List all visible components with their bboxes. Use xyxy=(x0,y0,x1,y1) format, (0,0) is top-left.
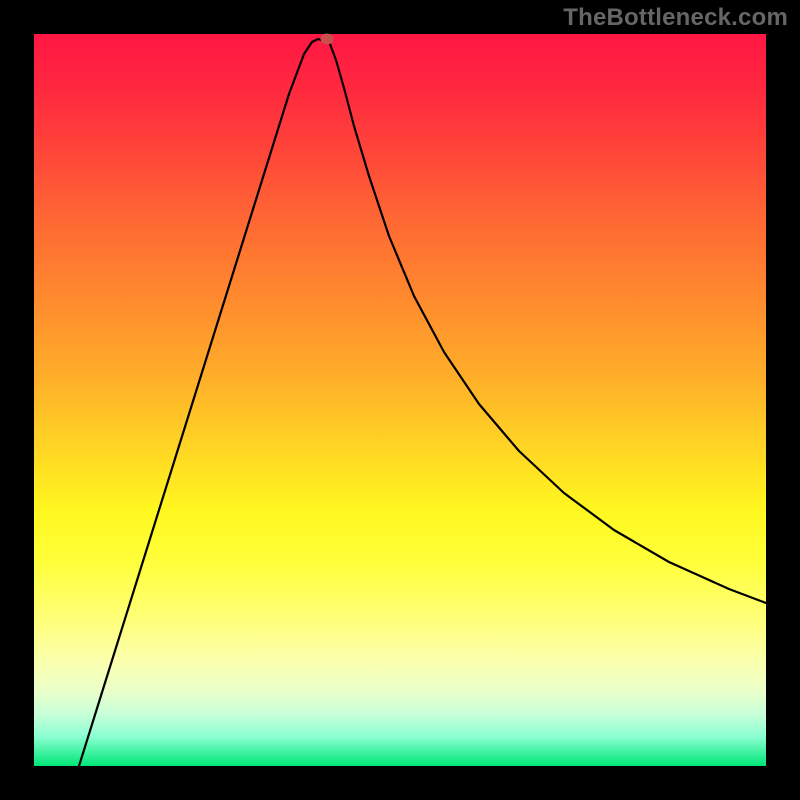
watermark-text: TheBottleneck.com xyxy=(563,4,788,32)
chart-frame: TheBottleneck.com xyxy=(0,0,800,800)
curve-path xyxy=(79,39,766,766)
chart-curve xyxy=(34,34,766,766)
minimum-marker xyxy=(321,34,334,45)
